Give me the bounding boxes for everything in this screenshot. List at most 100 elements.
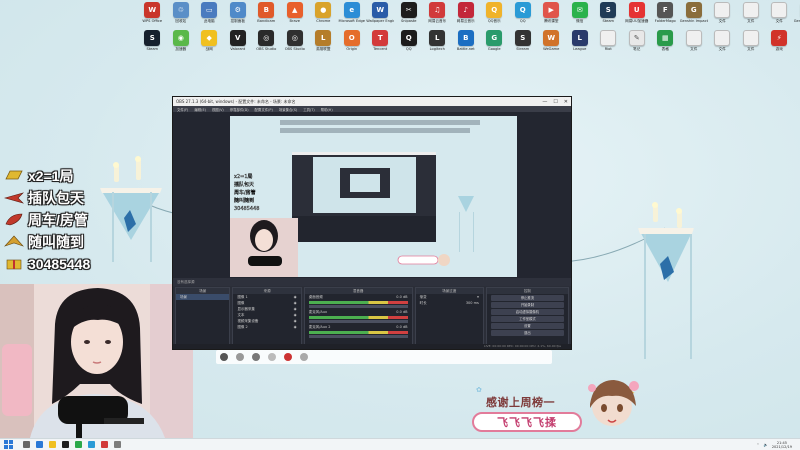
gift-icon xyxy=(4,255,28,274)
desktop-icon-label: OBS Studio xyxy=(256,47,277,51)
desktop-icon[interactable]: O Origin xyxy=(338,30,367,58)
volume-icon[interactable]: 🔈 xyxy=(763,443,767,447)
desktop-icon[interactable]: WWallpaper Engine xyxy=(366,2,395,30)
desktop-icon[interactable]: 文件 xyxy=(708,2,737,30)
desktop-icon[interactable]: Q QQ xyxy=(509,2,538,30)
desktop-icon[interactable]: V Valorant xyxy=(224,30,253,58)
dock-app-icon[interactable] xyxy=(300,353,308,361)
edge-icon[interactable] xyxy=(36,441,43,448)
obs-menu-item[interactable]: 编辑(E) xyxy=(194,107,206,112)
desktop-icon[interactable]: B Battle.net xyxy=(452,30,481,58)
desktop-icon[interactable]: Q QQ音乐 xyxy=(480,2,509,30)
app-icon xyxy=(771,2,788,18)
tray-chevron-icon[interactable]: ⌃ xyxy=(757,443,760,447)
control-button[interactable]: 开始录制 xyxy=(490,302,564,308)
desktop-icon[interactable]: S Stream xyxy=(509,30,538,58)
desktop-icon[interactable]: ▲ Brave xyxy=(281,2,310,30)
desktop-icon[interactable]: ◉ 加速器 xyxy=(167,30,196,58)
dock-app-icon[interactable] xyxy=(220,353,228,361)
desktop-icon[interactable]: ● Chrome xyxy=(309,2,338,30)
dock-app-icon[interactable] xyxy=(236,353,244,361)
dock-app-icon[interactable] xyxy=(268,353,276,361)
desktop-icon[interactable]: ▭ 此电脑 xyxy=(195,2,224,30)
desktop-icon[interactable]: F FolderMago xyxy=(651,2,680,30)
obs-menu-item[interactable]: 配置文件(P) xyxy=(255,107,273,112)
desktop-icon[interactable]: ⚡ 游戏 xyxy=(765,30,794,58)
desktop-icon[interactable]: S Steam xyxy=(594,2,623,30)
obs-menu-item[interactable]: 工具(T) xyxy=(303,107,315,112)
desktop-icon[interactable]: ▦ 表格 xyxy=(651,30,680,58)
desktop-icon[interactable]: ⚙ 控制面板 xyxy=(224,2,253,30)
desktop-icon[interactable]: L 英雄联盟 xyxy=(309,30,338,58)
control-button[interactable]: 启动虚拟摄像机 xyxy=(490,309,564,315)
obs-menu-item[interactable]: 停靠部件(D) xyxy=(230,107,249,112)
close-icon[interactable]: ✕ xyxy=(564,99,568,105)
desktop-icon[interactable]: ✉ 微信 xyxy=(566,2,595,30)
desktop-icon[interactable]: W WPS Office xyxy=(138,2,167,30)
maximize-icon[interactable]: ☐ xyxy=(553,99,557,105)
app-icon[interactable] xyxy=(114,441,121,448)
search-icon[interactable] xyxy=(23,441,30,448)
duration-field[interactable]: 时长 300 ms xyxy=(416,300,483,306)
desktop-icon[interactable]: S Steam xyxy=(138,30,167,58)
windows-start-icon[interactable] xyxy=(4,440,13,449)
desktop-icon[interactable]: 文件 xyxy=(765,2,794,30)
obs-taskbar-icon[interactable] xyxy=(62,441,69,448)
desktop-icon[interactable]: B Bandicam xyxy=(252,2,281,30)
desktop-icon[interactable]: G Google xyxy=(480,30,509,58)
app-icon: ▦ xyxy=(657,30,674,46)
control-button[interactable]: 工作室模式 xyxy=(490,316,564,322)
desktop-icon[interactable]: L Logitech xyxy=(423,30,452,58)
obs-menu-item[interactable]: 场景集合(S) xyxy=(279,107,297,112)
folder-icon[interactable] xyxy=(49,441,56,448)
obs-preview[interactable]: x2=1局 插队包天 周车/房管 随叫随到 30485448 xyxy=(230,116,517,277)
airplane-icon xyxy=(3,189,28,208)
obs-menu-item[interactable]: 视图(V) xyxy=(212,107,224,112)
eye-icon[interactable]: ◉ xyxy=(294,324,297,330)
app-icon: B xyxy=(457,30,474,46)
mixer-channel-label: 桌面音频 xyxy=(308,295,323,299)
source-item[interactable]: 图像 2 ◉ xyxy=(233,324,300,330)
desktop-icon[interactable]: ✂ Snipaste xyxy=(395,2,424,30)
wechat-icon[interactable] xyxy=(75,441,82,448)
obs-window[interactable]: OBS 27.1.3 (64-bit, windows) - 配置文件: 未命名… xyxy=(172,96,572,350)
desktop-icon[interactable]: ◆ 战网 xyxy=(195,30,224,58)
minimize-icon[interactable]: — xyxy=(542,99,547,105)
control-button[interactable]: 退出 xyxy=(490,330,564,336)
desktop-icon[interactable]: ♫ 网易云音乐 xyxy=(423,2,452,30)
desktop-icon[interactable]: 文件 xyxy=(737,30,766,58)
desktop-icon[interactable]: L League xyxy=(566,30,595,58)
desktop-icon[interactable]: W WeGame xyxy=(537,30,566,58)
obs-menu-item[interactable]: 文件(F) xyxy=(177,107,188,112)
promo-text: x2=1局 xyxy=(28,168,74,184)
desktop-icon[interactable]: Q QQ xyxy=(395,30,424,58)
desktop-icon[interactable]: ◎ OBS Studio xyxy=(252,30,281,58)
volume-slider[interactable] xyxy=(308,305,408,308)
control-button[interactable]: 设置 xyxy=(490,323,564,329)
obs-menu-item[interactable]: 帮助(H) xyxy=(321,107,333,112)
volume-slider[interactable] xyxy=(308,335,408,338)
mixer-level: 0.0 dB xyxy=(396,310,408,314)
qq-icon[interactable] xyxy=(88,441,95,448)
dock-app-icon[interactable] xyxy=(252,353,260,361)
desktop-icon[interactable]: ♲ 回收站 xyxy=(167,2,196,30)
dock-app-icon[interactable] xyxy=(284,353,292,361)
desktop-icon[interactable]: e Microsoft Edge xyxy=(338,2,367,30)
desktop-icon[interactable]: ◎ OBS Studio xyxy=(281,30,310,58)
desktop-icon[interactable]: T Tencent xyxy=(366,30,395,58)
desktop-icon[interactable]: U 网易UU加速器 xyxy=(623,2,652,30)
desktop-icon[interactable]: 文件 xyxy=(708,30,737,58)
control-button[interactable]: 停止推流 xyxy=(490,295,564,301)
scene-item[interactable]: 场景 xyxy=(176,294,230,300)
desktop-icon[interactable]: 文件 xyxy=(737,2,766,30)
obs-titlebar[interactable]: OBS 27.1.3 (64-bit, windows) - 配置文件: 未命名… xyxy=(173,97,571,106)
volume-slider[interactable] xyxy=(308,320,408,323)
music-icon[interactable] xyxy=(101,441,108,448)
desktop-icon[interactable]: 文件 xyxy=(680,30,709,58)
desktop-icon[interactable]: ♪ 网易云音乐 xyxy=(452,2,481,30)
desktop-icon[interactable]: GGenshin Impact xyxy=(794,2,800,30)
desktop-icon[interactable]: ✎ 笔记 xyxy=(623,30,652,58)
desktop-icon[interactable]: Riot xyxy=(594,30,623,58)
desktop-icon[interactable]: ▶ 腾讯课堂 xyxy=(537,2,566,30)
desktop-icon[interactable]: GGenshin Impact xyxy=(680,2,709,30)
